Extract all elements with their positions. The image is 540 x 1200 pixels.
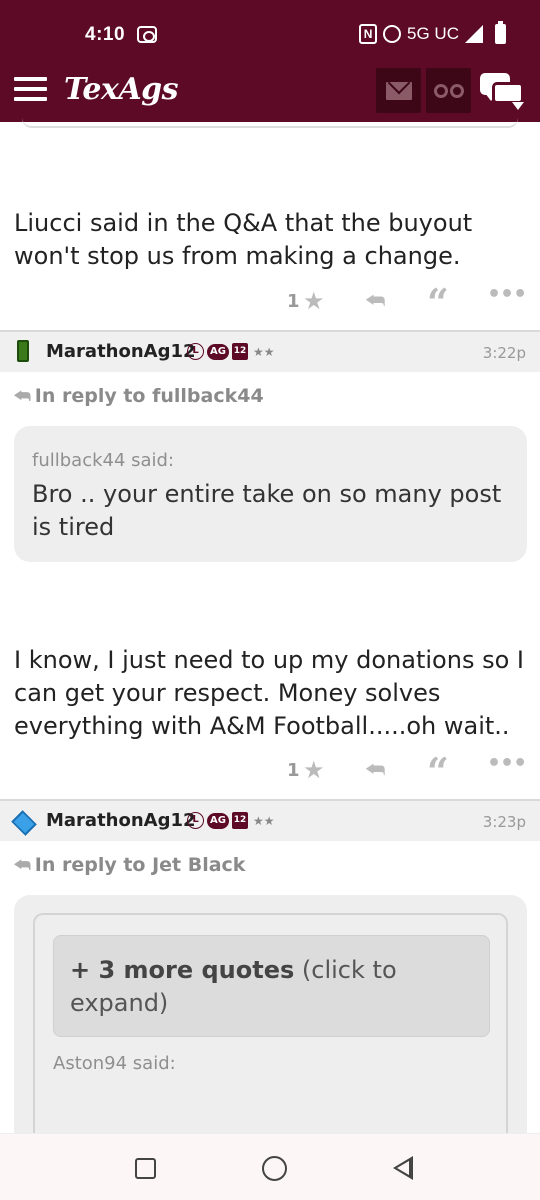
badge-l: L	[187, 343, 204, 360]
binoculars-icon	[433, 83, 464, 98]
messages-button[interactable]	[376, 68, 421, 113]
network-label: 5G UC	[407, 24, 459, 43]
badge-class-year: 12	[231, 343, 248, 360]
mail-icon	[385, 81, 412, 100]
in-reply-text: In reply to Jet Black	[34, 854, 246, 876]
back-icon[interactable]	[393, 1156, 413, 1180]
diamond-device-icon	[11, 809, 37, 836]
badge-stars: ★★	[252, 813, 275, 828]
badge-l: L	[187, 812, 204, 829]
quote-icon[interactable]: “	[427, 280, 449, 325]
home-icon[interactable]	[262, 1156, 287, 1181]
post-actions: 1 ★ ⮪ “ •••	[287, 280, 527, 325]
mobile-device-icon	[14, 340, 32, 364]
menu-icon[interactable]	[14, 77, 47, 102]
badge-stars: ★★	[252, 344, 275, 359]
quote-block[interactable]: fullback44 said: Bro .. your entire take…	[14, 426, 527, 562]
expand-quotes-button[interactable]: + 3 more quotes (click to expand)	[53, 935, 490, 1037]
reply-icon: ⮪	[14, 386, 31, 407]
reply-icon[interactable]: ⮪	[365, 758, 385, 783]
in-reply-link[interactable]: ⮪ In reply to Jet Black	[14, 854, 245, 876]
username[interactable]: MarathonAg12	[46, 810, 196, 831]
post-actions: 1 ★ ⮪ “ •••	[287, 749, 527, 794]
user-badges: L AG 12 ★★	[187, 343, 274, 360]
in-reply-text: In reply to fullback44	[34, 385, 264, 407]
post-body: Liucci said in the Q&A that the buyout w…	[14, 209, 473, 270]
recents-icon[interactable]	[135, 1158, 156, 1179]
star-icon[interactable]: ★	[303, 287, 325, 315]
username[interactable]: MarathonAg12	[46, 341, 196, 362]
nested-quote-block: + 3 more quotes (click to expand) Aston9…	[33, 913, 508, 1143]
quote-text: Bro .. your entire take on so many post …	[32, 480, 502, 541]
status-time: 4:10	[85, 24, 126, 45]
reply-icon[interactable]: ⮪	[365, 289, 385, 314]
more-icon[interactable]: •••	[487, 751, 527, 776]
signal-icon	[465, 25, 483, 43]
badge-class-year: 12	[231, 812, 248, 829]
badge-ag: AG	[207, 812, 229, 829]
in-reply-link[interactable]: ⮪ In reply to fullback44	[14, 385, 264, 407]
quote-author: Aston94 said:	[53, 1053, 176, 1074]
alarm-icon	[383, 25, 402, 43]
star-count: 1	[287, 290, 300, 312]
nfc-icon: N	[359, 24, 378, 44]
user-badges: L AG 12 ★★	[187, 812, 274, 829]
reply-icon: ⮪	[14, 855, 31, 876]
more-quotes-count: + 3 more quotes	[70, 956, 295, 984]
post-time: 3:22p	[482, 344, 526, 362]
screen-record-icon	[137, 26, 157, 43]
quote-icon[interactable]: “	[427, 749, 449, 794]
post-header: MarathonAg12 L AG 12 ★★ 3:22p	[0, 330, 540, 372]
chat-icon[interactable]	[480, 73, 526, 110]
status-icons: N 5G UC	[359, 21, 506, 44]
app-logo[interactable]: TexAgs	[64, 72, 179, 107]
app-bar: TexAgs	[0, 60, 540, 122]
battery-icon	[495, 21, 506, 44]
badge-ag: AG	[207, 343, 229, 360]
post-time: 3:23p	[482, 813, 526, 831]
system-nav-bar	[0, 1133, 540, 1200]
star-icon[interactable]: ★	[303, 756, 325, 784]
star-count: 1	[287, 759, 300, 781]
post-header: MarathonAg12 L AG 12 ★★ 3:23p	[0, 799, 540, 841]
watch-button[interactable]	[426, 68, 471, 113]
previous-card-edge	[22, 118, 518, 128]
status-bar: 4:10 N 5G UC	[0, 0, 540, 60]
quote-author: fullback44 said:	[32, 450, 175, 471]
more-icon[interactable]: •••	[487, 282, 527, 307]
post-body: I know, I just need to up my donations s…	[14, 646, 524, 740]
